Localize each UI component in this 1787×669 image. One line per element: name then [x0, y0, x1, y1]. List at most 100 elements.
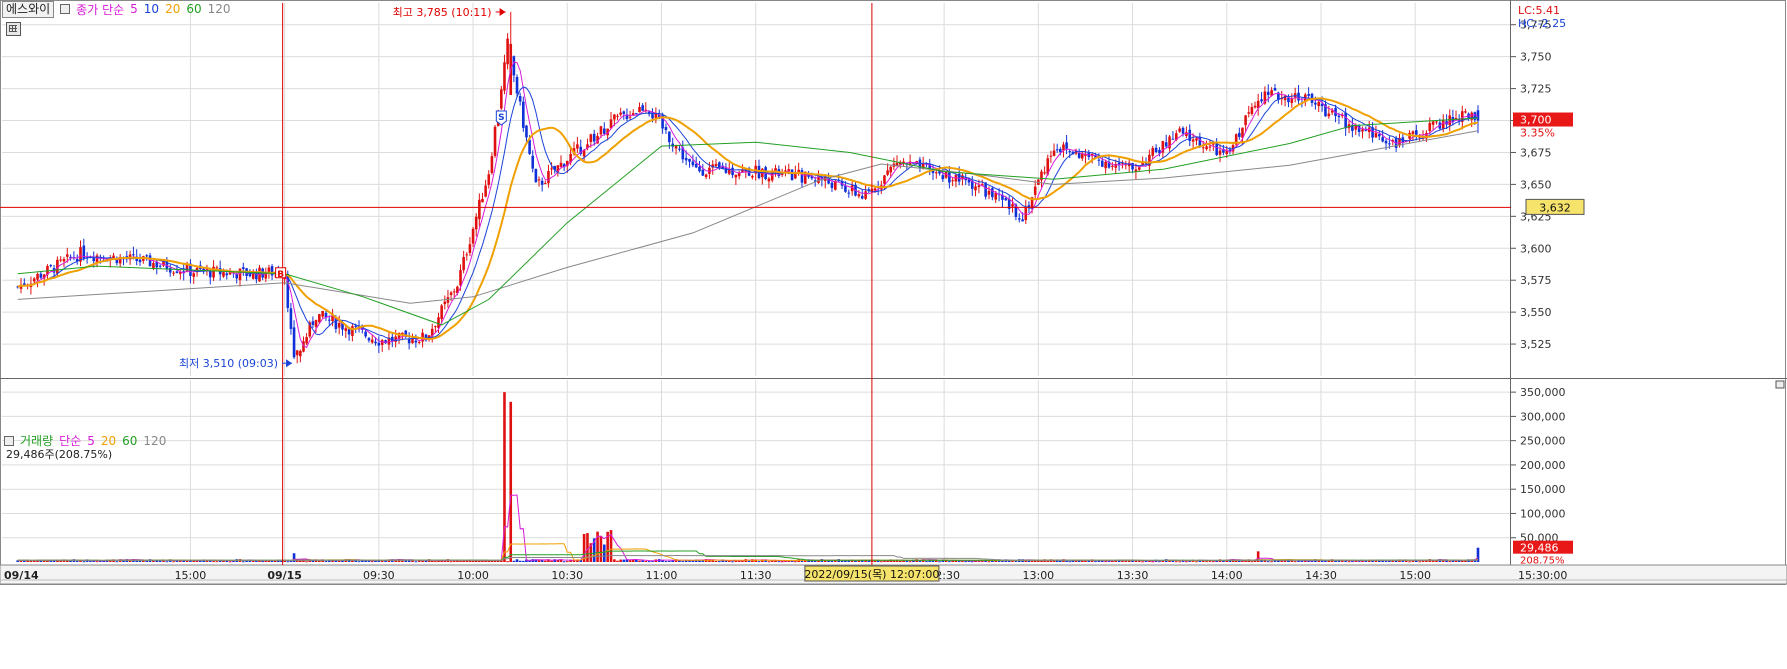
volume-ma-60: 60: [122, 433, 138, 448]
volume-bar: [228, 561, 232, 563]
grid-toggle-icon[interactable]: [6, 22, 21, 36]
candle-body: [1307, 94, 1310, 96]
volume-readout: 29,486주(208.75%): [6, 448, 113, 461]
volume-bar: [89, 561, 92, 563]
candle-body: [1097, 159, 1101, 161]
legend-toggle-icon[interactable]: [60, 4, 71, 14]
candle-body: [628, 116, 632, 118]
candle-body: [225, 273, 229, 276]
candle-body: [718, 162, 721, 168]
volume-bar: [543, 560, 547, 562]
hc-label: HC:-2.25: [1518, 17, 1566, 30]
candle-body: [452, 291, 456, 293]
candle-body: [515, 76, 519, 94]
price-tick-label: 3,600: [1520, 242, 1552, 255]
high-arrow-head: [499, 7, 506, 16]
candle-body: [790, 169, 794, 181]
volume-bar: [471, 560, 475, 562]
current-volume-label: 29,486: [1520, 542, 1559, 555]
volume-bar: [1030, 560, 1034, 562]
volume-bar: [459, 560, 462, 562]
candle-body: [974, 186, 977, 191]
candle-body: [522, 101, 525, 128]
candle-body: [994, 193, 998, 200]
stock-name[interactable]: 에스와이: [2, 0, 55, 18]
candle-body: [152, 263, 155, 269]
chart-svg[interactable]: 3,7753,7503,7253,7003,6753,6503,6253,600…: [0, 0, 1787, 666]
volume-toggle-icon[interactable]: [4, 435, 14, 446]
candle-body: [417, 341, 421, 343]
candle-body: [704, 174, 708, 178]
volume-bar: [616, 560, 619, 562]
volume-bar: [1178, 561, 1181, 563]
volume-bar: [550, 560, 553, 562]
candle-body: [678, 148, 681, 150]
buy-marker-label: B: [277, 270, 284, 280]
volume-bar: [1364, 561, 1368, 563]
candle-body: [175, 271, 179, 274]
volume-bar: [537, 560, 541, 562]
candle-body: [1218, 150, 1222, 155]
volume-bar: [565, 561, 569, 563]
candle-body: [641, 105, 644, 111]
volume-bar: [1320, 560, 1324, 562]
candle-body: [1208, 146, 1212, 148]
volume-bar: [75, 561, 79, 563]
candle-body: [883, 175, 886, 184]
candle-body: [380, 340, 384, 345]
candle-body: [1273, 88, 1277, 91]
candle-body: [270, 266, 274, 276]
volume-bar: [641, 560, 644, 562]
volume-bar: [902, 560, 905, 562]
candle-body: [92, 257, 96, 262]
volume-bar: [840, 561, 844, 563]
candle-body: [374, 341, 377, 344]
candle-body: [1320, 103, 1324, 107]
price-tick-label: 3,750: [1520, 51, 1552, 64]
candle-body: [481, 198, 484, 203]
low-annotation: 최저 3,510 (09:03): [179, 357, 278, 370]
volume-bar: [873, 560, 877, 562]
candle-body: [65, 254, 69, 257]
candle-body: [934, 172, 938, 174]
price-grid: 3,7753,7503,7253,7003,6753,6503,6253,600…: [2, 19, 1552, 351]
candle-body: [1337, 115, 1341, 118]
candle-body: [1195, 138, 1198, 141]
crosshair-time-label: 2022/09/15(목) 12:07:00: [804, 568, 939, 581]
candle-body: [592, 133, 596, 142]
candle-body: [1431, 121, 1435, 125]
volume-bar: [794, 561, 797, 563]
candle-body: [1033, 186, 1037, 195]
volume-bar: [29, 561, 33, 563]
candle-body: [314, 319, 318, 327]
volume-bar: [512, 560, 516, 562]
candle-body: [493, 126, 497, 156]
price-legend: 에스와이 종가 단순 5 10 20 60 120: [0, 0, 231, 18]
candle-body: [1411, 131, 1415, 134]
volume-bar: [289, 561, 293, 563]
candle-body: [148, 255, 152, 267]
volume-bar: [908, 561, 912, 563]
volume-bars: [16, 392, 1480, 563]
volume-bar: [1212, 561, 1215, 563]
candle-body: [1435, 121, 1438, 123]
price-tick-label: 3,725: [1520, 83, 1552, 96]
candle-body: [172, 272, 175, 274]
volume-bar: [232, 561, 235, 563]
volume-bar: [1344, 560, 1347, 562]
volume-bar: [1408, 561, 1411, 563]
candle-body: [1164, 142, 1168, 147]
candle-body: [446, 297, 450, 303]
candle-body: [589, 134, 593, 142]
candle-body: [289, 308, 293, 329]
candle-body: [1104, 161, 1107, 169]
lc-label: LC:5.41: [1518, 4, 1560, 17]
candle-body: [1344, 112, 1347, 129]
candle-body: [886, 170, 889, 175]
candle-body: [1017, 218, 1021, 220]
candle-body: [684, 157, 688, 161]
candle-body: [1374, 133, 1378, 138]
candle-body: [1253, 105, 1257, 108]
candle-body: [1381, 137, 1384, 142]
candle-body: [238, 268, 242, 281]
